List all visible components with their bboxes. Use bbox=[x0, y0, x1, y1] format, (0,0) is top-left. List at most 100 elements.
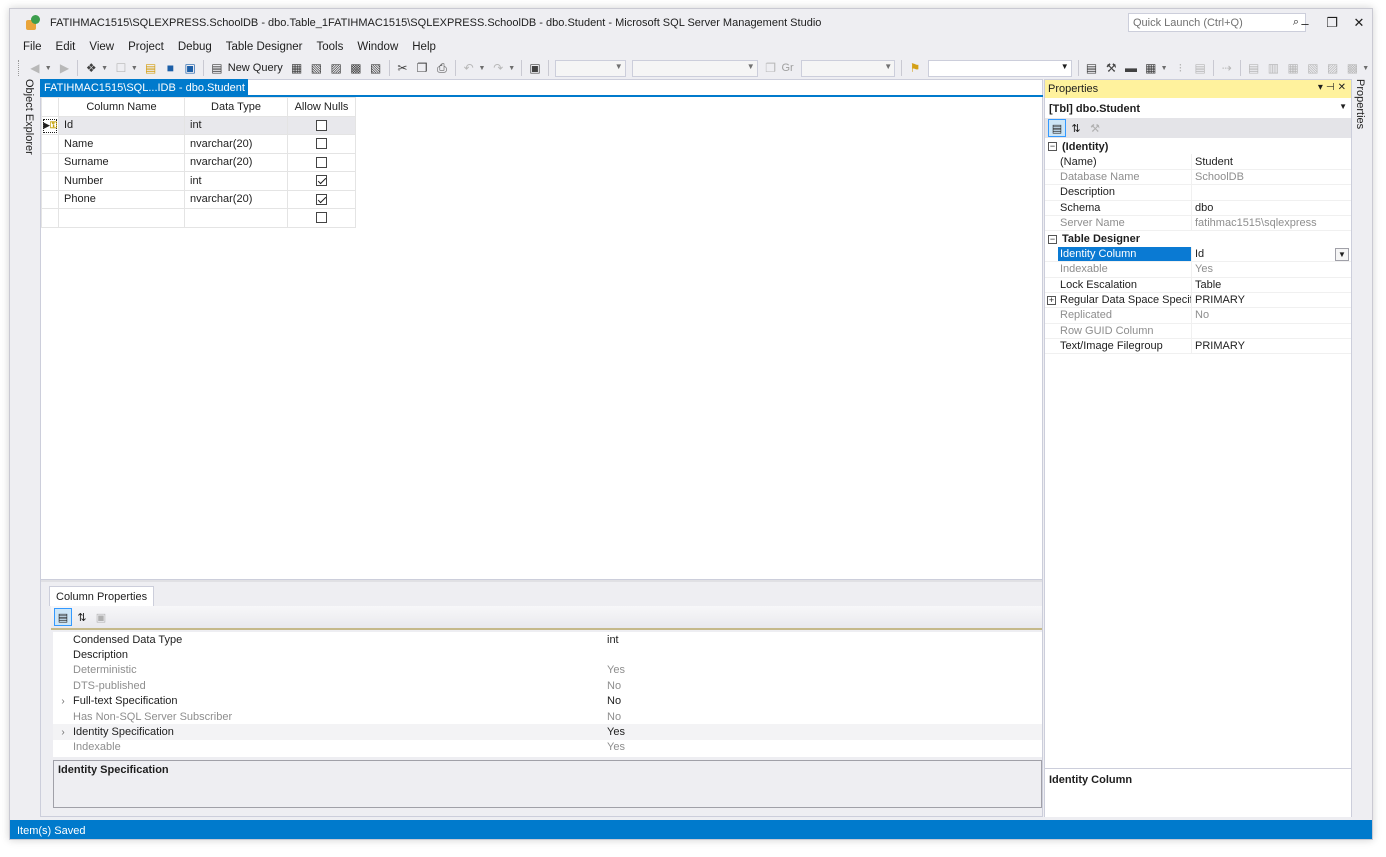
object-explorer-side-tab[interactable]: Object Explorer bbox=[23, 79, 35, 155]
column-property-row-selected[interactable]: › Identity Specification Yes bbox=[53, 724, 1042, 740]
quick-launch-input[interactable]: Quick Launch (Ctrl+Q) ⌕ bbox=[1128, 13, 1306, 32]
toolbar-overflow-icon[interactable]: ▼ bbox=[1362, 65, 1369, 72]
panel-menu-icon[interactable]: ▾ bbox=[1318, 82, 1326, 93]
relationships-icon[interactable]: ⇢ bbox=[1219, 60, 1235, 76]
find-in-files-icon[interactable]: ⚑ bbox=[907, 60, 923, 76]
database-engine-query-icon[interactable]: ▦ bbox=[289, 60, 305, 76]
column-name-cell[interactable]: Name bbox=[58, 134, 185, 154]
paste-icon[interactable]: ⎙ bbox=[434, 60, 450, 76]
table-row[interactable]: Surname nvarchar(20) bbox=[41, 152, 356, 172]
chevron-down-icon[interactable]: ▼ bbox=[1335, 247, 1349, 261]
expand-icon[interactable]: + bbox=[1047, 295, 1056, 305]
pin-icon[interactable]: ⊣ bbox=[1326, 82, 1338, 93]
column-property-row[interactable]: Indexable Yes bbox=[53, 740, 1042, 755]
property-pages-icon[interactable]: ⚒ bbox=[1086, 119, 1104, 137]
solution-platform-combo[interactable]: ▼ bbox=[631, 59, 758, 77]
column-name-cell[interactable]: Phone bbox=[58, 189, 185, 209]
property-value[interactable]: Yes bbox=[607, 726, 625, 738]
category-identity[interactable]: − (Identity) bbox=[1045, 139, 1351, 155]
collapse-icon[interactable]: − bbox=[1048, 234, 1057, 244]
data-type-cell[interactable]: nvarchar(20) bbox=[184, 134, 288, 154]
forward-icon[interactable]: ▶ bbox=[57, 60, 73, 76]
property-value[interactable]: PRIMARY bbox=[1192, 339, 1351, 353]
open-file-icon[interactable]: ▤ bbox=[143, 60, 159, 76]
object-selector[interactable]: [Tbl] dbo.Student ▼ bbox=[1045, 99, 1351, 118]
solution-config-combo[interactable]: ▼ bbox=[554, 59, 626, 77]
table-row-new[interactable] bbox=[41, 208, 356, 228]
menu-tools[interactable]: Tools bbox=[309, 41, 350, 53]
manage-fulltext-icon[interactable]: ▩ bbox=[1345, 60, 1361, 76]
property-row[interactable]: Description bbox=[1045, 185, 1351, 201]
allow-nulls-checkbox[interactable] bbox=[316, 119, 327, 131]
close-panel-icon[interactable]: ✕ bbox=[1338, 82, 1349, 93]
analysis-mdx-query-icon[interactable]: ▧ bbox=[309, 60, 325, 76]
property-row[interactable]: + Regular Data Space Specification PRIMA… bbox=[1045, 292, 1351, 309]
property-row[interactable]: Replicated No bbox=[1045, 308, 1351, 324]
activity-monitor-icon[interactable]: ▣ bbox=[527, 60, 543, 76]
properties-wrench-icon[interactable]: ⚒ bbox=[1103, 60, 1119, 76]
save-all-icon[interactable]: ▣ bbox=[182, 60, 198, 76]
new-project-icon[interactable]: ❖ bbox=[83, 60, 99, 76]
column-name-cell[interactable] bbox=[58, 208, 185, 228]
data-type-cell[interactable] bbox=[184, 208, 288, 228]
restore-button[interactable]: ❐ bbox=[1321, 13, 1343, 33]
chevron-right-icon[interactable]: › bbox=[53, 727, 73, 738]
copy-icon[interactable]: ❐ bbox=[414, 60, 430, 76]
menu-debug[interactable]: Debug bbox=[171, 41, 219, 53]
menu-window[interactable]: Window bbox=[350, 41, 405, 53]
property-value[interactable]: int bbox=[607, 634, 619, 646]
row-selector[interactable] bbox=[41, 189, 59, 209]
toolbox-icon[interactable]: ▬ bbox=[1123, 60, 1139, 76]
property-pages-icon[interactable]: ▣ bbox=[92, 608, 110, 626]
toolbar-grip[interactable] bbox=[18, 60, 21, 76]
categorized-icon[interactable]: ▤ bbox=[54, 608, 72, 626]
property-row[interactable]: Row GUID Column bbox=[1045, 323, 1351, 340]
categorized-icon[interactable]: ▤ bbox=[1048, 119, 1066, 137]
alphabetical-sort-icon[interactable]: ⇅ bbox=[1067, 119, 1085, 137]
analysis-dmx-query-icon[interactable]: ▨ bbox=[328, 60, 344, 76]
data-type-cell[interactable]: nvarchar(20) bbox=[184, 152, 288, 172]
redo-dropdown-icon[interactable]: ▼ bbox=[508, 65, 515, 72]
undo-icon[interactable]: ↶ bbox=[461, 60, 477, 76]
overflow-icon[interactable]: ⁝ bbox=[1173, 60, 1189, 76]
allow-nulls-checkbox[interactable] bbox=[316, 175, 327, 187]
property-row[interactable]: Lock Escalation Table bbox=[1045, 277, 1351, 293]
new-query-icon[interactable]: ▤ bbox=[209, 60, 225, 76]
indexes-icon[interactable]: ▤ bbox=[1246, 60, 1262, 76]
column-property-row[interactable]: › Full-text Specification No bbox=[53, 694, 1042, 709]
row-selector[interactable] bbox=[41, 152, 59, 172]
object-explorer-icon[interactable]: ▤ bbox=[1084, 60, 1100, 76]
back-icon[interactable]: ◀ bbox=[27, 60, 43, 76]
data-type-cell[interactable]: int bbox=[184, 115, 288, 135]
property-value[interactable]: PRIMARY bbox=[1192, 293, 1351, 307]
property-value[interactable] bbox=[1192, 185, 1351, 199]
column-name-cell[interactable]: Id bbox=[58, 115, 185, 135]
column-name-cell[interactable]: Number bbox=[58, 171, 185, 191]
document-tab[interactable]: FATIHMAC1515\SQL...IDB - dbo.Student ⊣ ✕ bbox=[40, 79, 281, 96]
back-dropdown-icon[interactable]: ▼ bbox=[45, 65, 52, 72]
column-name-cell[interactable]: Surname bbox=[58, 152, 185, 172]
property-row[interactable]: Server Name fatihmac1515\sqlexpress bbox=[1045, 215, 1351, 232]
check-constraints-icon[interactable]: ▥ bbox=[1266, 60, 1282, 76]
property-row[interactable]: Database Name SchoolDB bbox=[1045, 169, 1351, 186]
data-type-cell[interactable]: nvarchar(20) bbox=[184, 189, 288, 209]
search-combo[interactable]: ▼ bbox=[927, 59, 1072, 77]
alphabetical-sort-icon[interactable]: ⇅ bbox=[73, 608, 91, 626]
undo-dropdown-icon[interactable]: ▼ bbox=[479, 65, 486, 72]
generate-script-icon[interactable]: ▨ bbox=[1325, 60, 1341, 76]
category-table-designer[interactable]: − Table Designer bbox=[1045, 231, 1351, 247]
row-selector[interactable] bbox=[41, 208, 59, 228]
table-row[interactable]: Phone nvarchar(20) bbox=[41, 189, 356, 209]
layout-dropdown-icon[interactable]: ▼ bbox=[1161, 65, 1168, 72]
add-item-icon[interactable]: ☐ bbox=[113, 60, 129, 76]
properties-side-tab[interactable]: Properties bbox=[1354, 79, 1366, 129]
allow-nulls-checkbox[interactable] bbox=[316, 212, 327, 224]
column-properties-tab[interactable]: Column Properties bbox=[49, 586, 155, 606]
chevron-down-icon[interactable]: ▼ bbox=[1339, 102, 1347, 111]
analysis-xmla-query-icon[interactable]: ▩ bbox=[348, 60, 364, 76]
table-row[interactable]: ▶ ⚿ Id int bbox=[41, 115, 356, 135]
xml-index-icon[interactable]: ▦ bbox=[1285, 60, 1301, 76]
column-property-row[interactable]: Deterministic Yes bbox=[53, 663, 1042, 678]
new-query-button[interactable]: New Query bbox=[228, 62, 283, 74]
menu-project[interactable]: Project bbox=[121, 41, 171, 53]
